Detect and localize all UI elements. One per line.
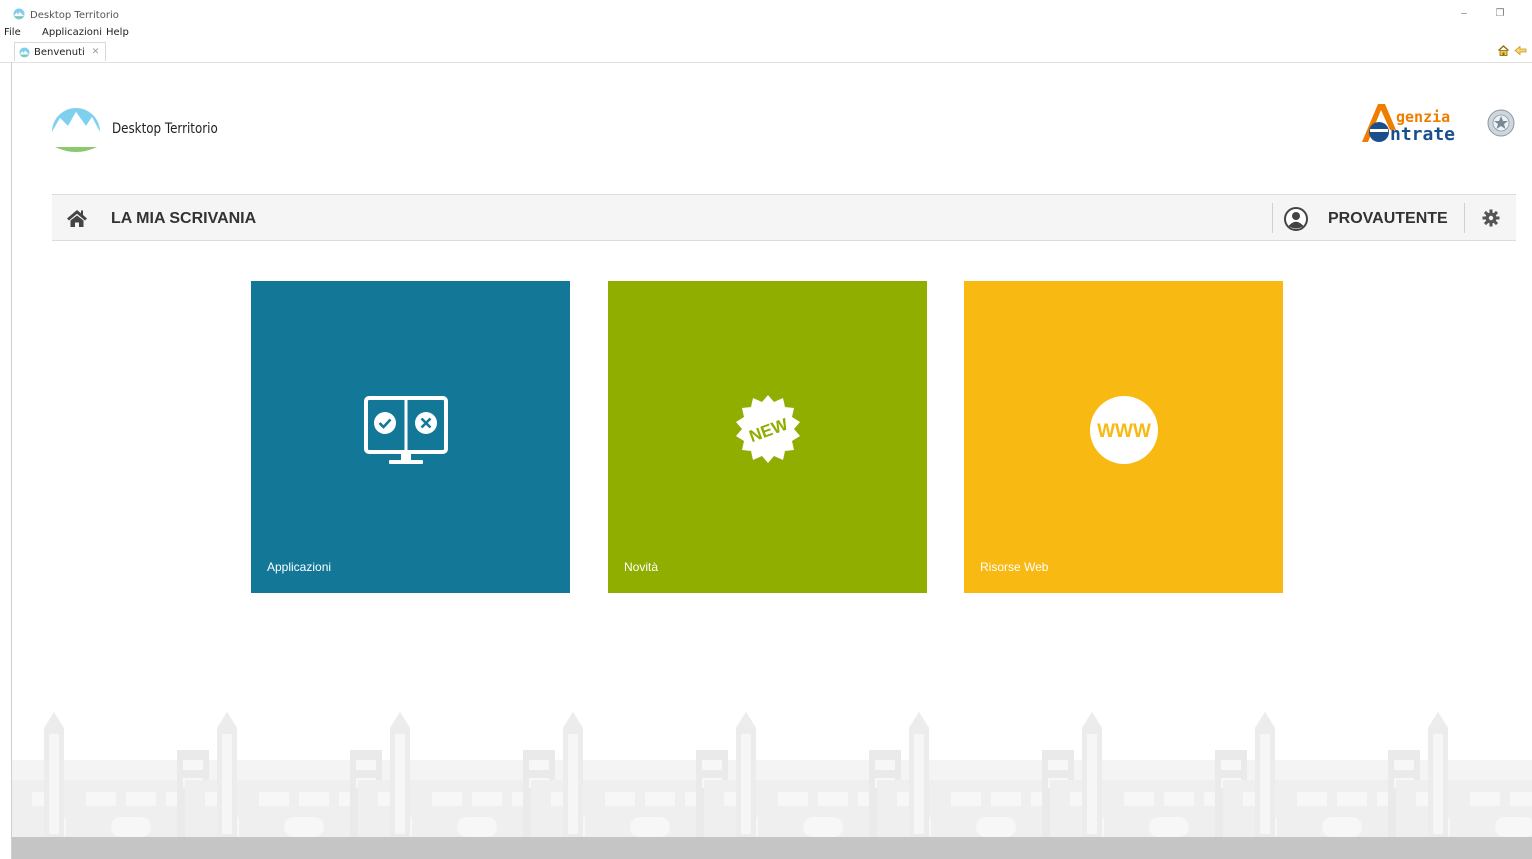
menu-applicazioni[interactable]: Applicazioni	[42, 27, 102, 38]
tile-risorse-web[interactable]: WWW Risorse Web	[964, 281, 1283, 593]
username[interactable]: PROVAUTENTE	[1328, 210, 1448, 228]
page-title: LA MIA SCRIVANIA	[111, 210, 257, 227]
nav-separator	[1272, 203, 1273, 233]
menu-bar: File Applicazioni Help	[0, 26, 1532, 40]
app-name: Desktop Territorio	[112, 121, 218, 137]
monitor-check-cross-icon	[364, 396, 448, 464]
tab-benvenuti[interactable]: Benvenuti ✕	[14, 42, 107, 61]
minimize-button[interactable]: –	[1449, 4, 1479, 24]
close-tab-icon[interactable]: ✕	[92, 47, 100, 57]
tile-applicazioni[interactable]: Applicazioni	[251, 281, 570, 593]
back-arrow-icon[interactable]	[1514, 44, 1527, 57]
nav-separator	[1464, 203, 1465, 233]
menu-file[interactable]: File	[4, 27, 21, 38]
tile-label-applicazioni: Applicazioni	[267, 560, 332, 574]
new-badge-icon: NEW	[736, 395, 800, 463]
footer-bar	[12, 837, 1532, 859]
nav-bar: LA MIA SCRIVANIA PROVAUTENTE	[52, 194, 1516, 241]
menu-help[interactable]: Help	[106, 27, 129, 38]
www-icon: WWW	[1090, 396, 1158, 464]
welcome-tab-icon	[19, 46, 30, 58]
tile-label-novita: Novità	[624, 560, 659, 574]
editor-tab-strip: Benvenuti ✕	[0, 40, 1532, 63]
desktop-territorio-logo	[52, 108, 100, 152]
home-icon[interactable]	[66, 208, 88, 228]
window-title: Desktop Territorio	[30, 10, 119, 21]
window-title-bar: Desktop Territorio – ❐	[0, 0, 1532, 26]
tab-label: Benvenuti	[34, 46, 85, 58]
tab-toolbar	[1497, 44, 1527, 57]
www-text: WWW	[1097, 421, 1151, 442]
desktop-territorio-app-icon	[13, 8, 25, 20]
tile-label-risorse-web: Risorse Web	[980, 560, 1049, 574]
agency-logo-text-bottom: ntrate	[1390, 124, 1455, 144]
home-page-icon[interactable]	[1497, 44, 1510, 57]
user-avatar-icon[interactable]	[1284, 207, 1308, 231]
agenzia-entrate-logo: genzia ntrate	[1362, 104, 1515, 144]
gear-icon[interactable]	[1482, 209, 1500, 227]
tile-novita[interactable]: NEW Novità	[608, 281, 927, 593]
city-skyline-decoration	[12, 712, 1532, 837]
restore-button[interactable]: ❐	[1485, 4, 1515, 24]
republic-emblem-icon	[1487, 109, 1515, 137]
